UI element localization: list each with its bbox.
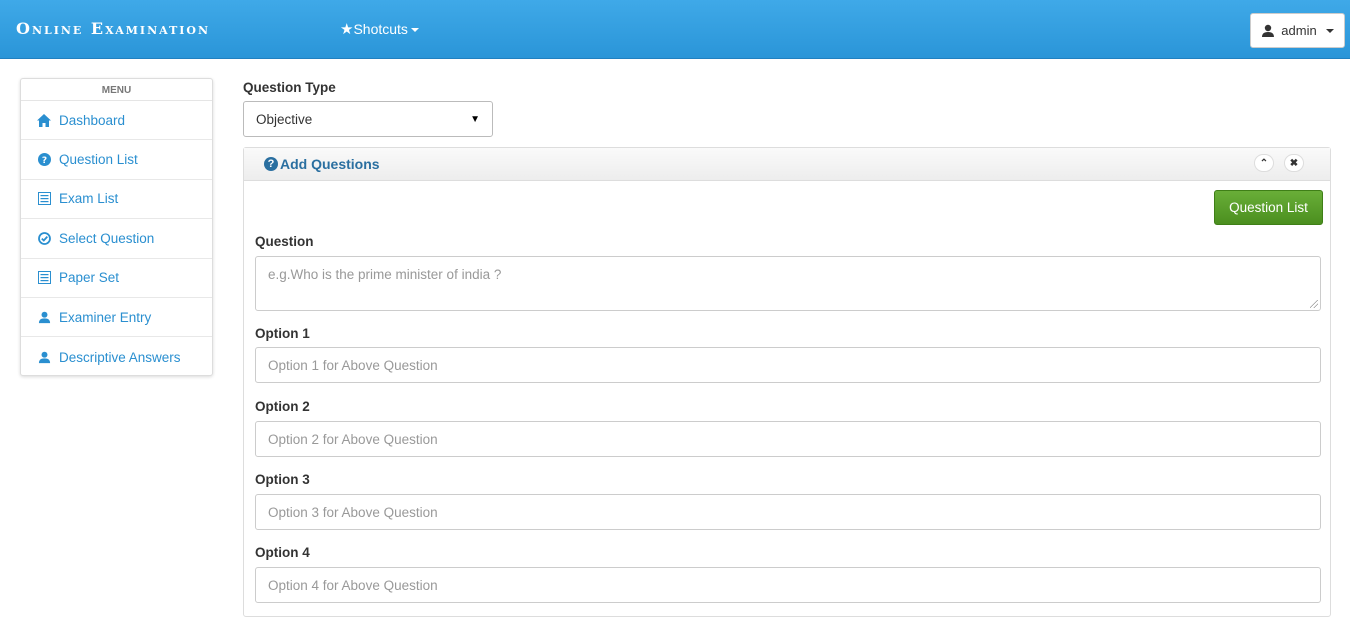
question-circle-icon: ? bbox=[264, 157, 278, 171]
sidebar-item-paper-set[interactable]: Paper Set bbox=[21, 259, 212, 298]
svg-text:?: ? bbox=[41, 156, 46, 166]
sidebar-item-examiner-entry[interactable]: Examiner Entry bbox=[21, 298, 212, 338]
home-icon bbox=[37, 113, 51, 127]
sidebar-item-label: Paper Set bbox=[59, 270, 120, 286]
resize-handle-icon[interactable] bbox=[1310, 300, 1318, 308]
top-navbar: Online Examination ★Shotcuts admin bbox=[0, 0, 1350, 59]
sidebar-item-question-list[interactable]: ? Question List bbox=[21, 140, 212, 180]
question-list-button[interactable]: Question List bbox=[1214, 190, 1323, 225]
option-1-placeholder: Option 1 for Above Question bbox=[268, 357, 438, 373]
question-type-label: Question Type bbox=[243, 80, 336, 95]
question-type-select[interactable]: Objective ▼ bbox=[243, 101, 493, 137]
chevron-up-icon: ⌃ bbox=[1259, 157, 1269, 169]
option-4-input[interactable]: Option 4 for Above Question bbox=[255, 567, 1321, 603]
menu-title: MENU bbox=[21, 79, 212, 101]
sidebar-item-label: Exam List bbox=[59, 191, 119, 207]
option-2-label: Option 2 bbox=[255, 399, 310, 414]
question-textarea[interactable]: e.g.Who is the prime minister of india ? bbox=[255, 256, 1321, 311]
option-3-input[interactable]: Option 3 for Above Question bbox=[255, 494, 1321, 530]
user-menu-button[interactable]: admin bbox=[1250, 13, 1345, 48]
collapse-panel-button[interactable]: ⌃ bbox=[1254, 154, 1274, 172]
option-2-placeholder: Option 2 for Above Question bbox=[268, 431, 438, 447]
user-icon bbox=[37, 310, 51, 324]
sidebar-item-exam-list[interactable]: Exam List bbox=[21, 180, 212, 220]
dropdown-arrow-icon: ▼ bbox=[470, 113, 480, 125]
panel-header: ? Add Questions ⌃ ✖ bbox=[244, 148, 1330, 181]
sidebar-item-select-question[interactable]: Select Question bbox=[21, 219, 212, 259]
option-3-placeholder: Option 3 for Above Question bbox=[268, 504, 438, 520]
sidebar-item-label: Examiner Entry bbox=[59, 309, 152, 325]
caret-down-icon bbox=[410, 28, 419, 33]
list-icon bbox=[37, 271, 51, 285]
panel-title: ? Add Questions bbox=[264, 156, 380, 172]
shortcuts-dropdown[interactable]: ★Shotcuts bbox=[340, 20, 419, 38]
question-circle-icon: ? bbox=[37, 153, 51, 167]
check-circle-icon bbox=[37, 231, 51, 245]
question-placeholder: e.g.Who is the prime minister of india ? bbox=[268, 267, 502, 282]
panel-title-text: Add Questions bbox=[280, 156, 380, 172]
shortcuts-label: Shotcuts bbox=[353, 21, 408, 37]
user-label: admin bbox=[1281, 23, 1317, 38]
list-icon bbox=[37, 192, 51, 206]
brand-title[interactable]: Online Examination bbox=[16, 19, 210, 38]
sidebar-item-descriptive-answers[interactable]: Descriptive Answers bbox=[21, 337, 212, 376]
close-icon: ✖ bbox=[1289, 157, 1299, 169]
option-3-label: Option 3 bbox=[255, 472, 310, 487]
close-panel-button[interactable]: ✖ bbox=[1284, 154, 1304, 172]
sidebar-item-label: Dashboard bbox=[59, 112, 126, 128]
add-questions-panel: ? Add Questions ⌃ ✖ Question List Questi… bbox=[243, 147, 1331, 617]
user-icon bbox=[1262, 24, 1275, 37]
caret-down-icon bbox=[1325, 28, 1334, 33]
sidebar-item-label: Question List bbox=[59, 152, 138, 168]
option-1-label: Option 1 bbox=[255, 326, 310, 341]
sidebar-item-label: Descriptive Answers bbox=[59, 349, 181, 365]
sidebar-item-dashboard[interactable]: Dashboard bbox=[21, 101, 212, 141]
sidebar-item-label: Select Question bbox=[59, 230, 155, 246]
question-type-value: Objective bbox=[256, 111, 313, 127]
star-icon: ★ bbox=[340, 21, 354, 38]
option-2-input[interactable]: Option 2 for Above Question bbox=[255, 421, 1321, 457]
option-1-input[interactable]: Option 1 for Above Question bbox=[255, 347, 1321, 383]
option-4-placeholder: Option 4 for Above Question bbox=[268, 577, 438, 593]
option-4-label: Option 4 bbox=[255, 545, 310, 560]
user-icon bbox=[37, 350, 51, 364]
question-label: Question bbox=[255, 234, 314, 249]
sidebar-menu: MENU Dashboard ? Question List Exam List… bbox=[20, 78, 213, 376]
